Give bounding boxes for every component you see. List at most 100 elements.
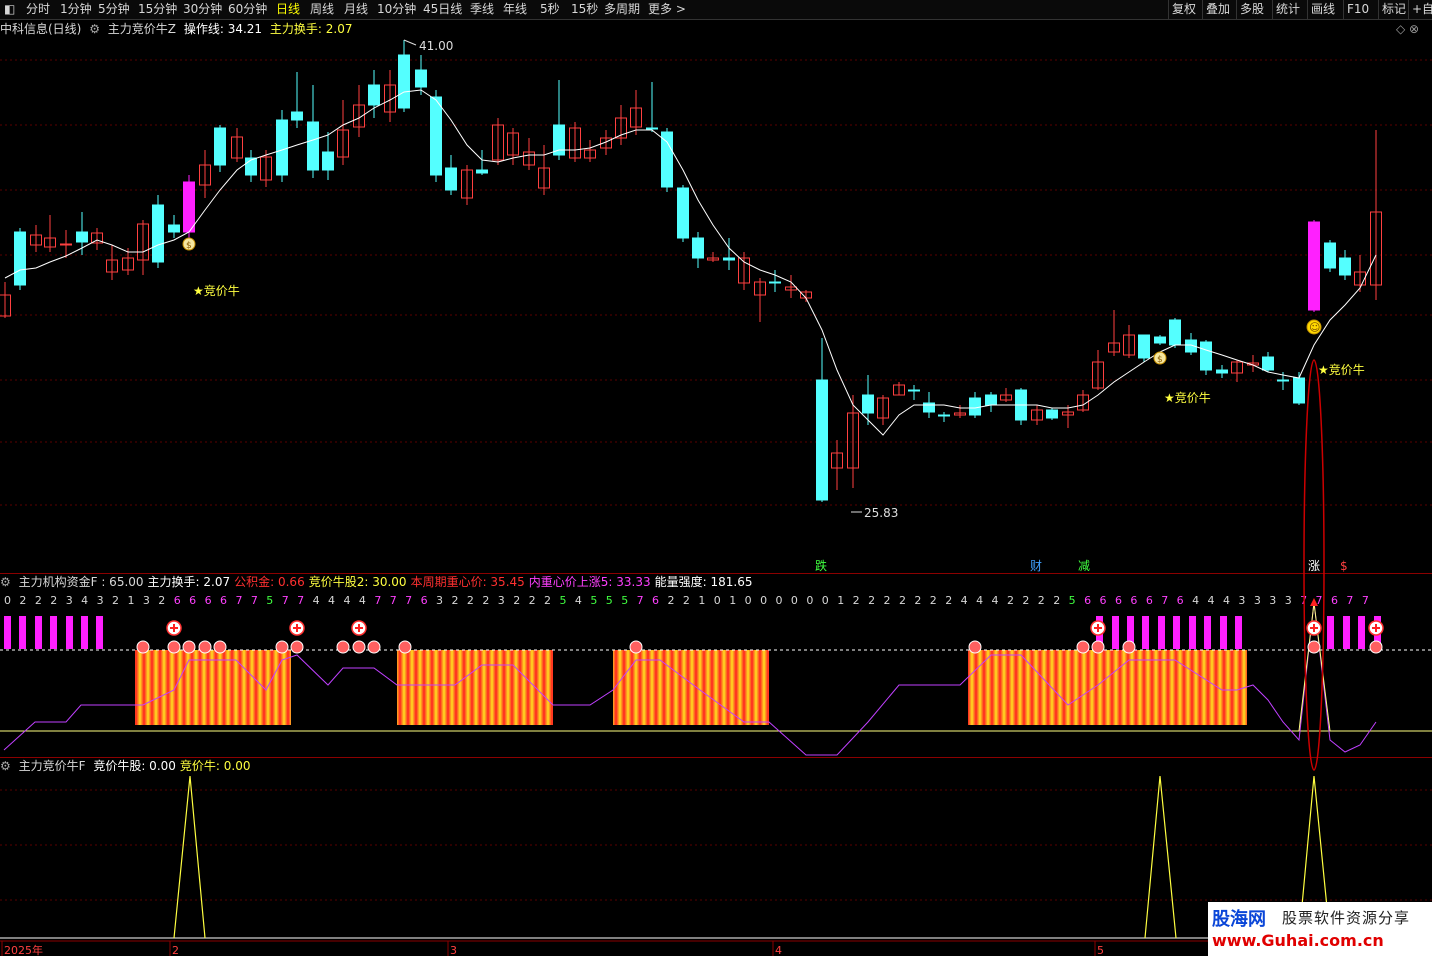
candle-body [985, 394, 997, 406]
digit-row-value: 4 [343, 594, 350, 607]
digit-row-value: 2 [513, 594, 520, 607]
digit-row-value: 2 [112, 594, 119, 607]
digit-row-value: 0 [745, 594, 752, 607]
digit-row-value: 6 [1100, 594, 1107, 607]
red-ball-icon [336, 640, 350, 654]
digit-row-value: 0 [776, 594, 783, 607]
candle-body [152, 204, 164, 263]
candle-body [1169, 319, 1181, 346]
candle-body [276, 119, 288, 176]
candle-body [368, 84, 380, 106]
high-pointer [403, 39, 417, 46]
candle-body [661, 131, 673, 188]
jingjianiu-spike [1144, 775, 1177, 939]
watermark-logo: 股海网 股票软件资源分享 www.Guhai.com.cn [1208, 902, 1432, 956]
time-axis-label: 5 [1097, 944, 1104, 956]
jingjianiu-signal-label: ★竞价牛 [193, 283, 240, 298]
digit-row-value: 2 [1053, 594, 1060, 607]
magenta-signal-bar [35, 616, 42, 649]
candle-body [938, 414, 950, 417]
digit-row-value: 7 [235, 594, 242, 607]
digit-row-value: 2 [853, 594, 860, 607]
digit-row-value: 2 [35, 594, 42, 607]
digit-row-value: 2 [482, 594, 489, 607]
digit-row-value: 2 [914, 594, 921, 607]
candle-body [692, 237, 704, 259]
candle-body [969, 397, 981, 416]
jingjianiu-signal-label: ★竞价牛 [1318, 362, 1365, 377]
candle-body [183, 181, 195, 233]
digit-row-value: 2 [1007, 594, 1014, 607]
digit-row-value: 1 [729, 594, 736, 607]
digit-row-value: 4 [359, 594, 366, 607]
signal-zhang-label: 涨 [1308, 558, 1320, 573]
digit-row-value: 5 [590, 594, 597, 607]
red-ball-icon [198, 640, 212, 654]
digit-row-value: 4 [976, 594, 983, 607]
candle-body [1154, 336, 1166, 344]
digit-row-value: 3 [1254, 594, 1261, 607]
candle-body [1200, 341, 1212, 371]
digit-row-value: 6 [652, 594, 659, 607]
time-axis-label: 2 [172, 944, 179, 956]
digit-row-value: 2 [868, 594, 875, 607]
watermark-url: www.Guhai.com.cn [1212, 931, 1384, 950]
digit-row-value: 0 [4, 594, 11, 607]
digit-row-value: 4 [313, 594, 320, 607]
candle-body [307, 121, 319, 171]
candle-body [476, 169, 488, 174]
digit-row-value: 5 [606, 594, 613, 607]
digit-row-value: 7 [1362, 594, 1369, 607]
digit-row-value: 7 [390, 594, 397, 607]
candle-body [445, 167, 457, 191]
candle-body [1138, 334, 1150, 359]
digit-row-value: 2 [451, 594, 458, 607]
digit-row-value: 2 [930, 594, 937, 607]
magenta-signal-bar [96, 616, 103, 649]
money-bag-icon: $ [186, 241, 192, 251]
digit-row-value: 7 [1161, 594, 1168, 607]
digit-row-value: 2 [1022, 594, 1029, 607]
digit-row-value: 4 [961, 594, 968, 607]
candle-body [14, 231, 26, 286]
digit-row-value: 6 [205, 594, 212, 607]
candle-body [908, 389, 920, 392]
digit-row-value: 6 [421, 594, 428, 607]
candle-body [862, 394, 874, 414]
digit-row-value: 4 [1208, 594, 1215, 607]
red-ball-icon [213, 640, 227, 654]
digit-row-value: 2 [884, 594, 891, 607]
digit-row-value: 1 [127, 594, 134, 607]
digit-row-value: 2 [945, 594, 952, 607]
candle-body [1277, 379, 1289, 382]
candle-body [168, 224, 180, 233]
digit-row-value: 7 [405, 594, 412, 607]
candle-body [76, 231, 88, 243]
digit-row-value: 7 [282, 594, 289, 607]
digit-row-value: 7 [251, 594, 258, 607]
digit-row-value: 1 [698, 594, 705, 607]
digit-row-value: 2 [899, 594, 906, 607]
digit-row-value: 6 [1084, 594, 1091, 607]
magenta-signal-bar [1358, 616, 1365, 649]
signal-dollar-label: $ [1340, 559, 1348, 573]
candle-body [1293, 377, 1305, 404]
digit-row-value: 4 [575, 594, 582, 607]
operation-line [4, 89, 1377, 436]
digit-row-value: 6 [1331, 594, 1338, 607]
digit-row-value: 0 [791, 594, 798, 607]
magenta-signal-bar [1343, 616, 1350, 649]
magenta-signal-bar [66, 616, 73, 649]
digit-row-value: 5 [266, 594, 273, 607]
candle-body [291, 111, 303, 121]
red-ball-icon [1307, 640, 1321, 654]
stock-chart-canvas[interactable]: 41.0025.83$$☺★竞价牛★竞价牛★竞价牛跌财减涨 $0 2 2 2 3 4 3 2 1 3… [0, 0, 1432, 956]
magenta-signal-bar [19, 616, 26, 649]
candle-body [1216, 369, 1228, 374]
jingjianiu-signal-label: ★竞价牛 [1164, 390, 1211, 405]
digit-row-value: 6 [1177, 594, 1184, 607]
red-ball-icon [290, 640, 304, 654]
digit-row-value: 2 [1038, 594, 1045, 607]
digit-row-value: 6 [1130, 594, 1137, 607]
digit-row-value: 6 [1146, 594, 1153, 607]
